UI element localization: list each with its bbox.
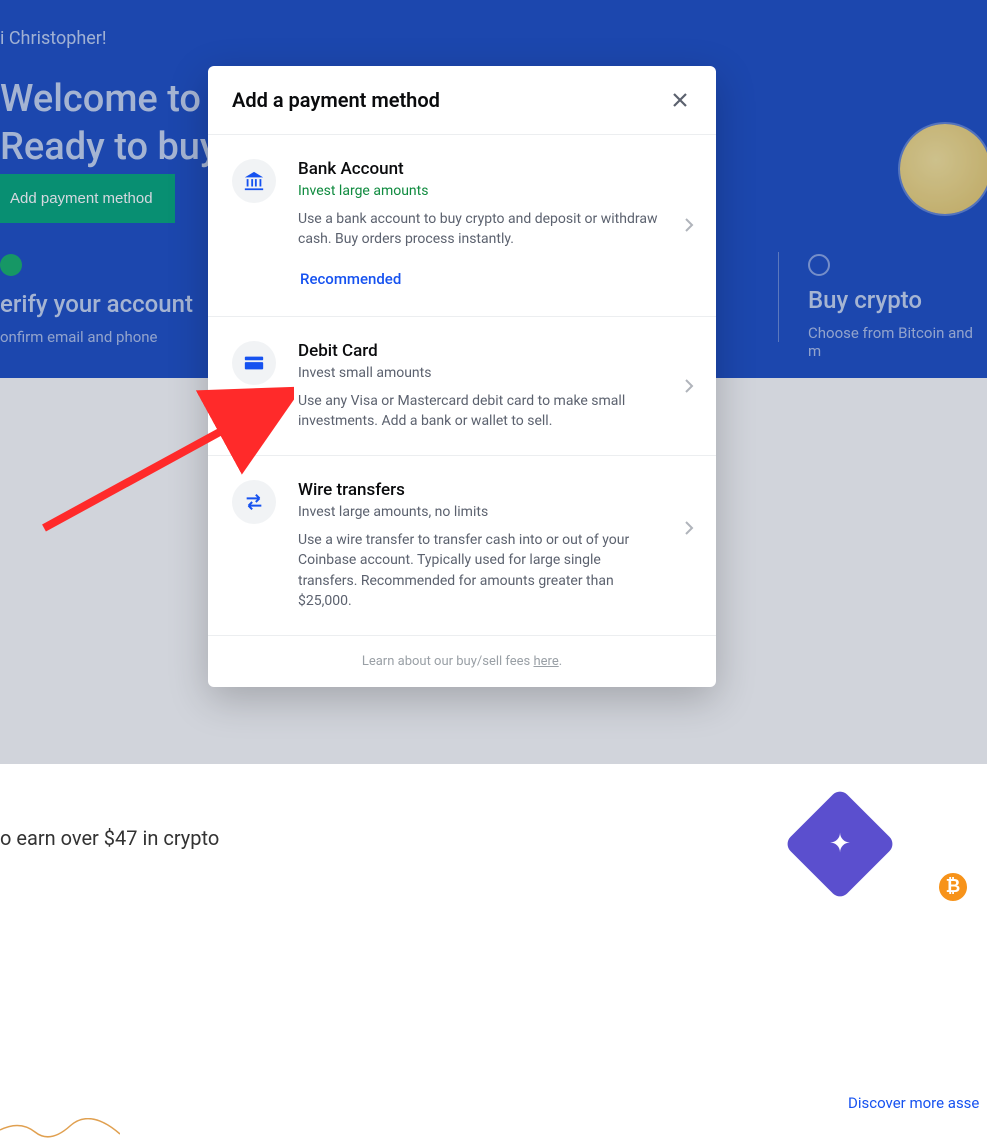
fees-link[interactable]: here [533, 654, 558, 669]
payment-method-subtitle: Invest large amounts [298, 183, 662, 199]
close-icon[interactable] [668, 88, 692, 112]
recommended-badge: Recommended [296, 266, 405, 292]
payment-method-bank-account[interactable]: Bank Account Invest large amounts Use a … [208, 135, 716, 317]
payment-method-description: Use a bank account to buy crypto and dep… [298, 209, 662, 250]
payment-method-title: Debit Card [298, 341, 662, 361]
bitcoin-icon: ₿ [936, 870, 970, 904]
card-icon [232, 341, 276, 385]
payment-method-body: Wire transfers Invest large amounts, no … [298, 480, 692, 611]
chevron-right-icon [684, 378, 694, 394]
payment-method-subtitle: Invest small amounts [298, 365, 662, 381]
modal-header: Add a payment method [208, 66, 716, 135]
payment-method-subtitle: Invest large amounts, no limits [298, 504, 662, 520]
earn-crypto-text: o earn over $47 in crypto [0, 826, 219, 850]
payment-method-body: Bank Account Invest large amounts Use a … [298, 159, 692, 292]
payment-method-title: Bank Account [298, 159, 662, 179]
modal-title: Add a payment method [232, 88, 440, 112]
chevron-right-icon [684, 217, 694, 233]
chevron-right-icon [684, 520, 694, 536]
discover-more-link[interactable]: Discover more asse [848, 1094, 979, 1112]
payment-method-body: Debit Card Invest small amounts Use any … [298, 341, 692, 432]
payment-method-wire-transfer[interactable]: Wire transfers Invest large amounts, no … [208, 456, 716, 636]
add-payment-method-modal: Add a payment method Bank Account Invest… [208, 66, 716, 687]
payment-method-description: Use any Visa or Mastercard debit card to… [298, 391, 662, 432]
footer-text: Learn about our buy/sell fees [362, 654, 534, 669]
transfer-icon [232, 480, 276, 524]
payment-method-title: Wire transfers [298, 480, 662, 500]
payment-method-description: Use a wire transfer to transfer cash int… [298, 530, 662, 611]
bank-icon [232, 159, 276, 203]
modal-footer: Learn about our buy/sell fees here. [208, 636, 716, 687]
chart-sparkline [0, 1118, 120, 1138]
star-badge-icon [783, 787, 896, 900]
payment-method-debit-card[interactable]: Debit Card Invest small amounts Use any … [208, 317, 716, 457]
